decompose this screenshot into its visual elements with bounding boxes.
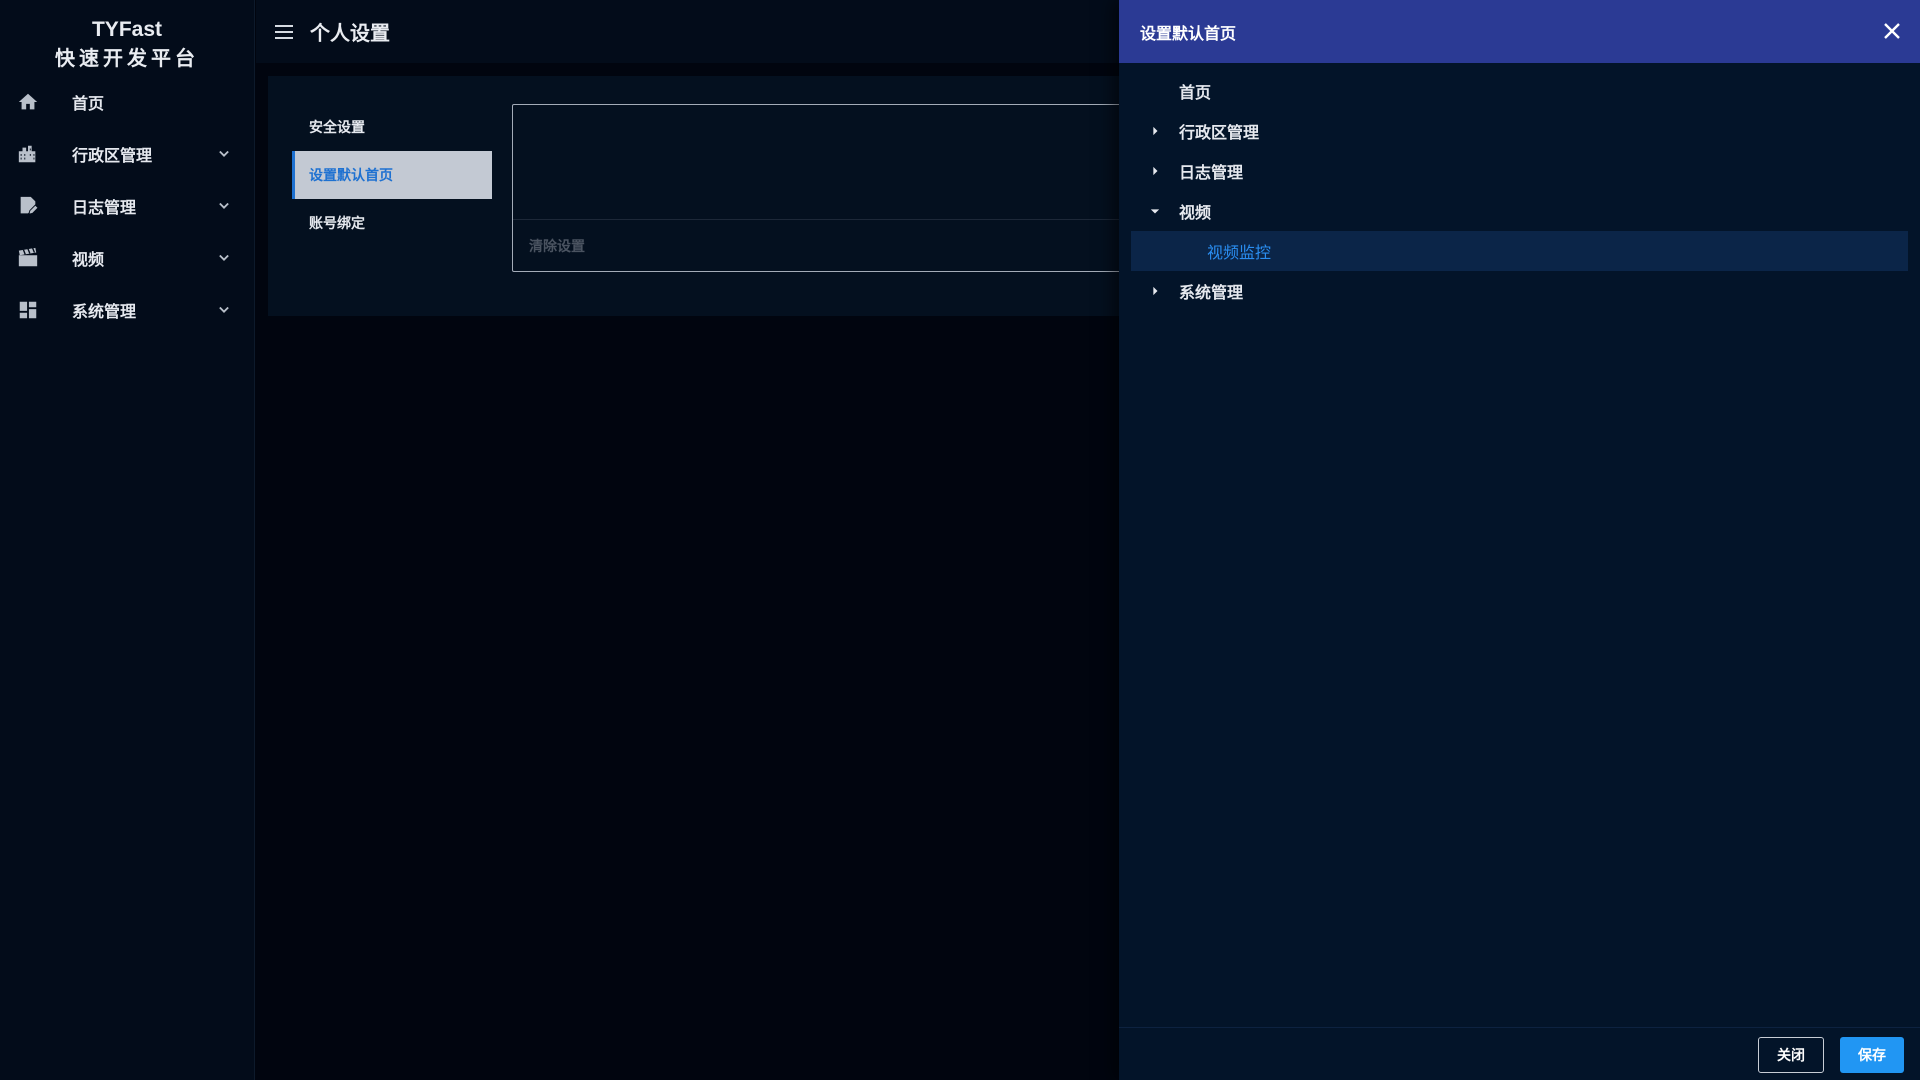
menu-tree: 首页 行政区管理 日志管理 视频 视频监控 系统管理 [1131,71,1908,311]
caret-down-icon[interactable] [1145,201,1165,221]
sidebar-item-video[interactable]: 视频 [0,232,254,284]
tree-node-home[interactable]: 首页 [1131,71,1908,111]
tree-node-label: 视频监控 [1207,243,1272,262]
tree-node-label: 系统管理 [1179,283,1244,302]
video-clapper-icon [16,246,40,270]
save-button[interactable]: 保存 [1840,1037,1904,1073]
sidebar-item-home[interactable]: 首页 [0,76,254,128]
tree-node-label: 视频 [1179,203,1212,222]
brand: TYFast 快速开发平台 [0,0,254,76]
drawer-footer: 关闭 保存 [1119,1027,1920,1080]
home-icon [16,90,40,114]
tab-account-binding[interactable]: 账号绑定 [292,199,492,247]
tree-node-label: 日志管理 [1179,163,1244,182]
edit-note-icon [16,194,40,218]
close-button[interactable]: 关闭 [1758,1037,1824,1073]
tree-node-video-monitor[interactable]: 视频监控 [1131,231,1908,271]
tree-node-label: 首页 [1179,83,1212,102]
tab-default-homepage[interactable]: 设置默认首页 [292,151,492,199]
close-icon[interactable] [1880,19,1904,43]
chevron-down-icon [219,254,229,261]
tree-node-video[interactable]: 视频 [1131,191,1908,231]
brand-title: TYFast [91,18,162,41]
tab-security-settings[interactable]: 安全设置 [292,103,492,151]
chevron-down-icon [219,150,229,157]
caret-right-icon[interactable] [1145,161,1165,181]
sidebar-item-label: 首页 [72,94,105,113]
caret-right-icon[interactable] [1145,281,1165,301]
dashboard-icon [16,298,40,322]
chevron-down-icon [219,202,229,209]
app-root: TYFast 快速开发平台 首页 行政区管理 日志管理 视频 系统管理 个人设置… [0,0,1920,1080]
sidebar-item-region[interactable]: 行政区管理 [0,128,254,180]
chevron-down-icon [219,306,229,313]
drawer-header: 设置默认首页 [1119,0,1920,63]
brand-subtitle: 快速开发平台 [55,46,199,70]
sidebar-item-label: 系统管理 [72,302,137,321]
sidebar-item-system[interactable]: 系统管理 [0,284,254,336]
sidebar-item-logs[interactable]: 日志管理 [0,180,254,232]
caret-right-icon[interactable] [1145,121,1165,141]
tree-node-system[interactable]: 系统管理 [1131,271,1908,311]
sidebar-item-label: 视频 [72,250,105,269]
clear-settings-button[interactable]: 清除设置 [529,236,585,256]
tree-node-logs[interactable]: 日志管理 [1131,151,1908,191]
buildings-icon [16,142,40,166]
sidebar-item-label: 行政区管理 [72,146,153,165]
tree-node-label: 行政区管理 [1179,123,1260,142]
sidebar: TYFast 快速开发平台 首页 行政区管理 日志管理 视频 系统管理 [0,0,255,1080]
tree-node-region[interactable]: 行政区管理 [1131,111,1908,151]
drawer-title: 设置默认首页 [1140,23,1237,43]
default-homepage-drawer: 设置默认首页 首页 行政区管理 日志管理 视频 视频监控 系统管理 关闭 保存 [1119,0,1920,1080]
sidebar-item-label: 日志管理 [72,198,137,217]
settings-tabs: 安全设置 设置默认首页 账号绑定 [292,103,492,247]
page-title: 个人设置 [310,21,390,45]
hamburger-icon[interactable] [272,20,296,44]
